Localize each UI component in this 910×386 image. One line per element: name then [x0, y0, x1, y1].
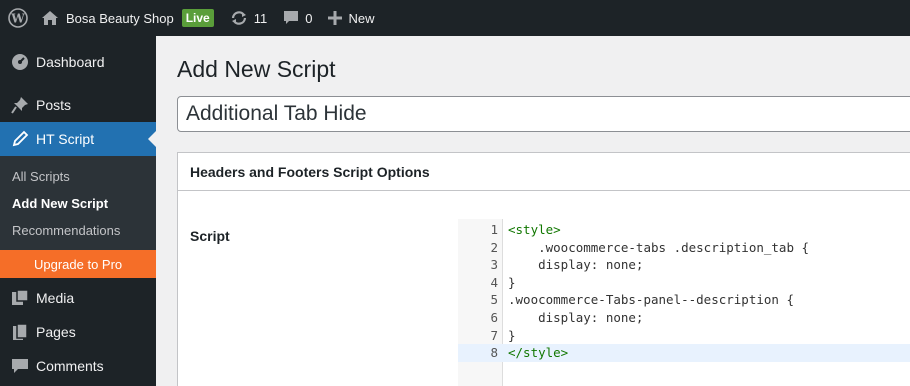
code-text: </style> — [508, 345, 569, 361]
code-line: 7} — [458, 327, 910, 345]
menu-item-posts[interactable]: Posts — [0, 88, 156, 122]
code-line: 5 .woocommerce-Tabs-panel--description { — [458, 291, 910, 309]
comments-icon — [10, 356, 30, 376]
code-text: display: none; — [508, 310, 644, 325]
menu-item-comments[interactable]: Comments — [0, 349, 156, 383]
menu-item-pages[interactable]: Pages — [0, 315, 156, 349]
code-text: <style> — [508, 222, 561, 237]
site-name-link[interactable]: Bosa Beauty Shop Live — [36, 0, 222, 36]
code-text: } — [508, 327, 516, 343]
plus-icon — [328, 11, 343, 25]
media-icon — [10, 288, 30, 308]
dashboard-gauge-icon — [10, 52, 30, 72]
home-icon — [42, 11, 58, 25]
menu-label-pages: Pages — [36, 324, 76, 340]
script-title-input[interactable]: Additional Tab Hide — [177, 96, 910, 132]
code-line: 6 display: none; — [458, 309, 910, 327]
submenu-add-new-script[interactable]: Add New Script — [0, 190, 156, 217]
line-number: 6 — [490, 310, 498, 325]
menu-item-dashboard[interactable]: Dashboard — [0, 36, 156, 88]
code-line: 1 <style> — [458, 221, 910, 239]
line-number: 2 — [490, 239, 498, 255]
menu-item-ht-script[interactable]: HT Script — [0, 122, 156, 156]
updates-link[interactable]: 11 — [222, 0, 276, 36]
script-field-label: Script — [190, 228, 230, 244]
code-text: .woocommerce-Tabs-panel--description { — [508, 292, 794, 308]
line-number: 1 — [490, 222, 498, 237]
menu-label-comments: Comments — [36, 358, 104, 374]
menu-label-posts: Posts — [36, 97, 72, 113]
pushpin-icon — [10, 95, 30, 115]
submenu-recommendations[interactable]: Recommendations — [0, 217, 156, 244]
admin-bar: W Bosa Beauty Shop Live 11 0 New — [0, 0, 910, 36]
line-number: 5 — [490, 292, 498, 308]
comment-bubble-icon — [284, 11, 299, 24]
box-title: Headers and Footers Script Options — [178, 153, 910, 191]
code-line: 2 .woocommerce-tabs .description_tab { — [458, 239, 910, 257]
code-line: 3 display: none; — [458, 256, 910, 274]
upgrade-to-pro-button[interactable]: Upgrade to Pro — [0, 250, 156, 278]
line-number: 4 — [490, 274, 498, 290]
code-text: } — [508, 274, 516, 290]
line-number: 7 — [490, 327, 498, 343]
code-text: .woocommerce-tabs .description_tab { — [508, 239, 810, 255]
pencil-icon — [10, 129, 30, 149]
menu-label-dashboard: Dashboard — [36, 54, 105, 70]
updates-count: 11 — [253, 10, 268, 26]
live-badge: Live — [181, 9, 214, 27]
new-label: New — [348, 10, 375, 26]
line-number: 3 — [490, 257, 498, 273]
svg-text:W: W — [10, 12, 25, 26]
menu-label-media: Media — [36, 290, 75, 306]
script-options-box: Headers and Footers Script Options Scrip… — [177, 152, 910, 386]
comments-link[interactable]: 0 — [275, 0, 320, 36]
pages-icon — [10, 322, 30, 342]
script-code-editor[interactable]: 1 <style> 2 .woocommerce-tabs .description… — [458, 219, 910, 386]
menu-item-media[interactable]: Media — [0, 281, 156, 315]
code-line: 8 </style> — [458, 344, 910, 363]
code-line: 4} — [458, 274, 910, 292]
submenu-all-scripts[interactable]: All Scripts — [0, 163, 156, 190]
updates-icon — [231, 11, 246, 25]
code-text: display: none; — [508, 257, 644, 273]
page-title: Add New Script — [177, 56, 336, 82]
menu-label-ht-script: HT Script — [36, 131, 95, 147]
site-name: Bosa Beauty Shop — [66, 10, 174, 26]
ht-script-submenu: All Scripts Add New Script Recommendatio… — [0, 156, 156, 250]
comments-count: 0 — [305, 10, 313, 26]
line-number: 8 — [490, 345, 498, 361]
new-content-link[interactable]: New — [320, 0, 382, 36]
wordpress-icon: W — [8, 8, 28, 28]
main-content: Add New Script Additional Tab Hide Heade… — [156, 36, 910, 386]
wordpress-logo-button[interactable]: W — [0, 0, 36, 36]
admin-sidebar: Dashboard Posts HT Script All Scripts Ad… — [0, 36, 156, 386]
